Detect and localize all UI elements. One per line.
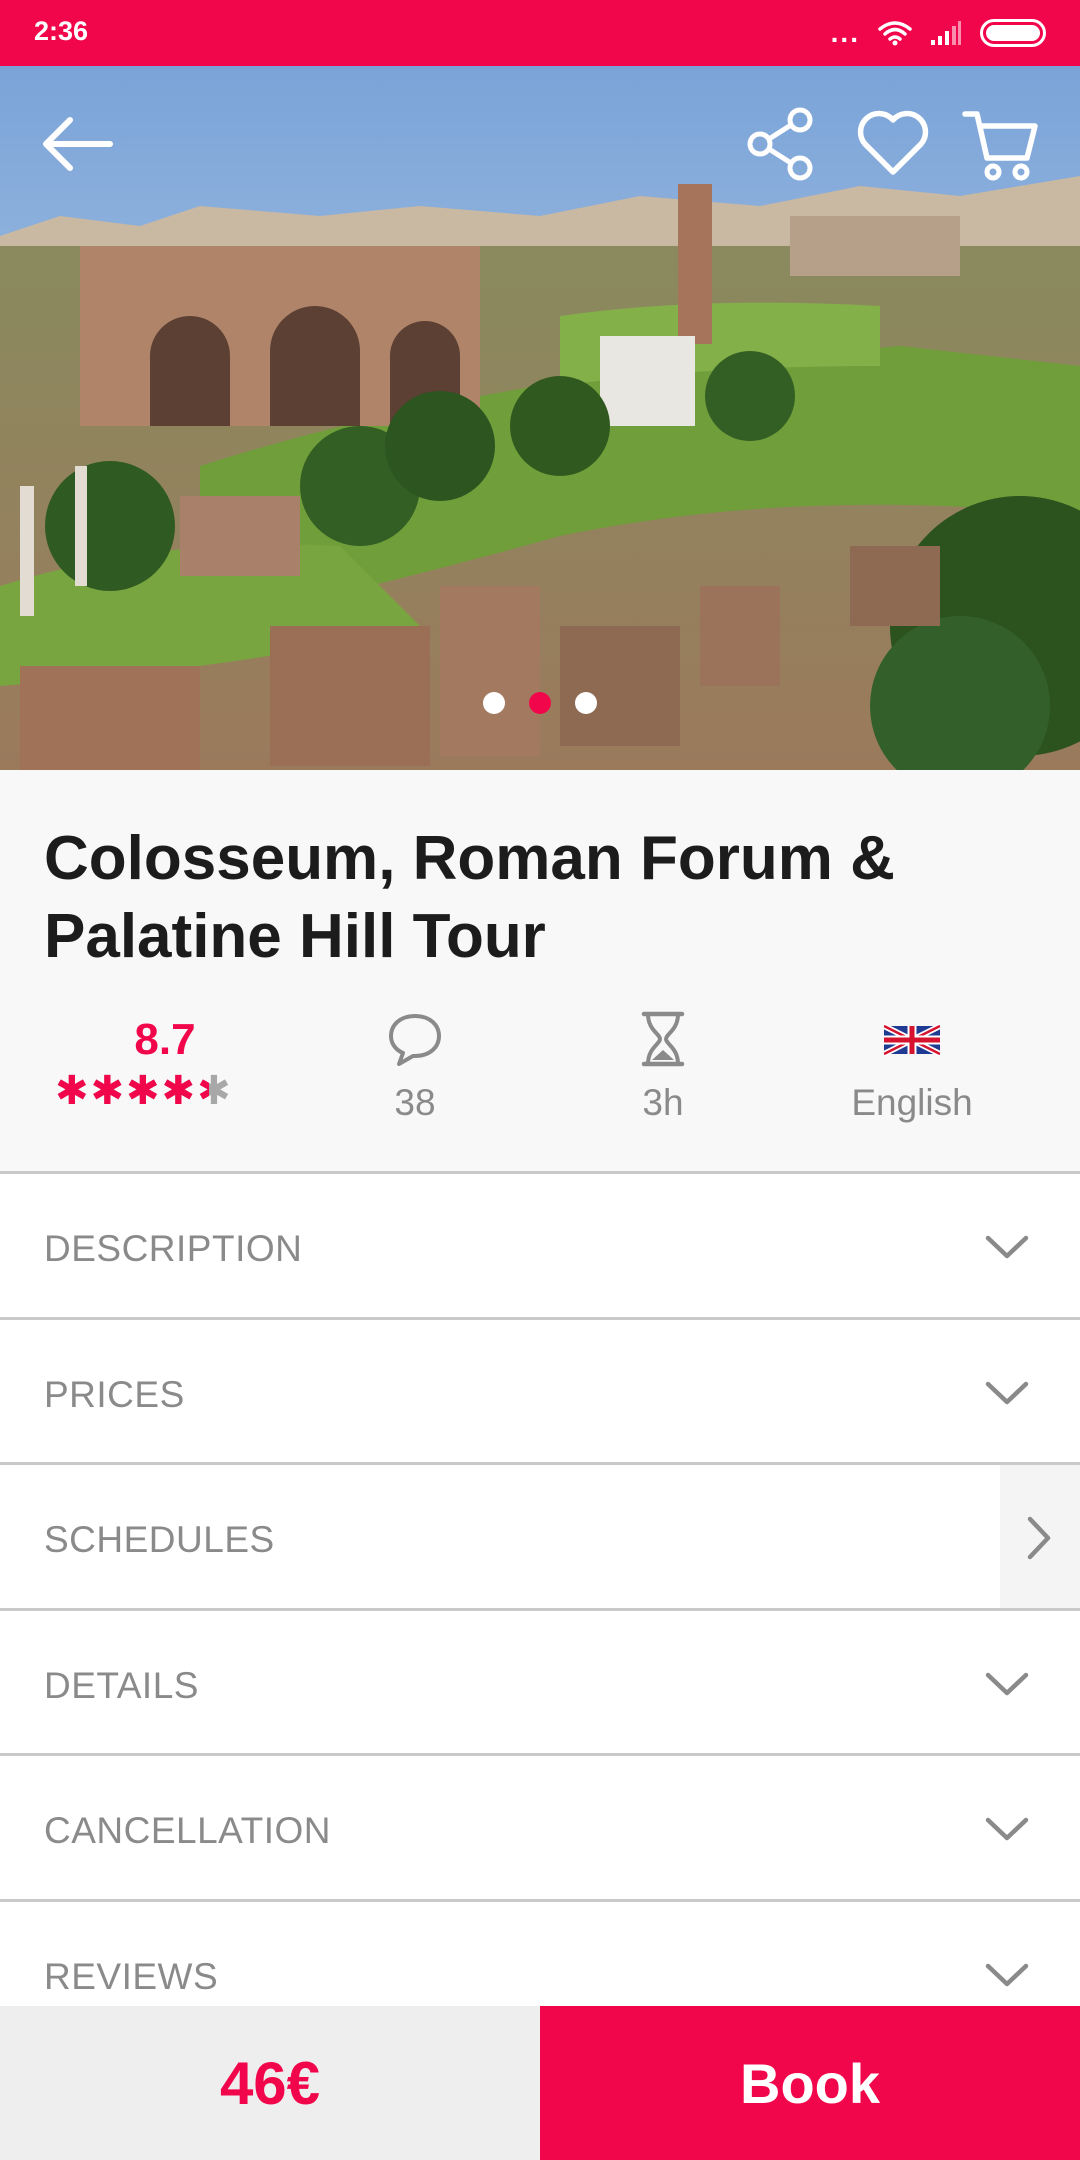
back-arrow-icon (43, 117, 113, 171)
rating-value: 8.7 (134, 1015, 196, 1064)
carousel-dot-active[interactable] (529, 692, 551, 714)
section-prices[interactable]: PRICES (0, 1319, 1080, 1466)
notification-dots: ... (830, 17, 860, 48)
section-description[interactable]: DESCRIPTION (0, 1174, 1080, 1320)
section-label: DETAILS (44, 1664, 199, 1706)
language: English (797, 1010, 1027, 1124)
section-cancellation[interactable]: CANCELLATION (0, 1756, 1080, 1902)
rating-stars: ✱✱✱✱✱ ✱✱✱✱✱ (55, 1071, 275, 1111)
section-label: REVIEWS (44, 1955, 219, 1997)
chevron-down-icon (985, 1381, 1029, 1404)
carousel-dot[interactable] (575, 692, 597, 714)
chevron-down-icon (985, 1235, 1029, 1259)
share-button[interactable] (740, 102, 824, 186)
chevron-down-icon (985, 1672, 1029, 1696)
tour-info: Colosseum, Roman Forum & Palatine Hill T… (0, 770, 1080, 1174)
section-details[interactable]: DETAILS (0, 1610, 1080, 1757)
tour-sections: DESCRIPTION PRICES SCHEDULES DETAILS CAN… (0, 1174, 1080, 2048)
language-value: English (851, 1082, 973, 1123)
section-label: CANCELLATION (44, 1810, 331, 1852)
section-label: DESCRIPTION (44, 1228, 303, 1269)
uk-flag-icon (884, 1023, 940, 1057)
carousel-dot[interactable] (483, 692, 505, 714)
back-button[interactable] (34, 102, 118, 186)
section-schedules[interactable]: SCHEDULES (0, 1465, 1080, 1611)
signal-icon (931, 21, 961, 45)
cart-button[interactable] (959, 102, 1043, 186)
section-label: PRICES (44, 1373, 185, 1415)
status-icons: ... (831, 16, 1046, 50)
price: 46€ (0, 2006, 540, 2160)
favorite-button[interactable] (851, 102, 935, 186)
cart-icon (962, 111, 1038, 181)
chevron-right-icon (1027, 1516, 1051, 1560)
section-label: SCHEDULES (44, 1519, 275, 1561)
duration-value: 3h (642, 1082, 684, 1123)
rating[interactable]: 8.7 ✱✱✱✱✱ ✱✱✱✱✱ (55, 1010, 275, 1111)
heart-icon (857, 110, 929, 175)
booking-bar: 46€ Book (0, 2006, 1080, 2160)
status-time: 2:36 (34, 16, 89, 46)
comments[interactable]: 38 (300, 1010, 530, 1124)
wifi-icon (878, 21, 912, 46)
battery-icon (980, 19, 1046, 47)
book-button[interactable]: Book (540, 2006, 1080, 2160)
stars-filled: ✱✱✱✱✱ (55, 1071, 209, 1111)
hero-image[interactable] (0, 66, 1080, 770)
status-bar: 2:36 ... (0, 0, 1080, 66)
chevron-down-icon (985, 1818, 1029, 1841)
comments-count: 38 (394, 1082, 436, 1123)
carousel-indicator (0, 692, 1080, 714)
comment-icon (389, 1014, 441, 1066)
hourglass-icon (641, 1011, 685, 1067)
share-icon (747, 107, 813, 181)
chevron-down-icon (985, 1963, 1029, 1987)
tour-title: Colosseum, Roman Forum & Palatine Hill T… (44, 824, 895, 971)
duration: 3h (548, 1010, 778, 1124)
